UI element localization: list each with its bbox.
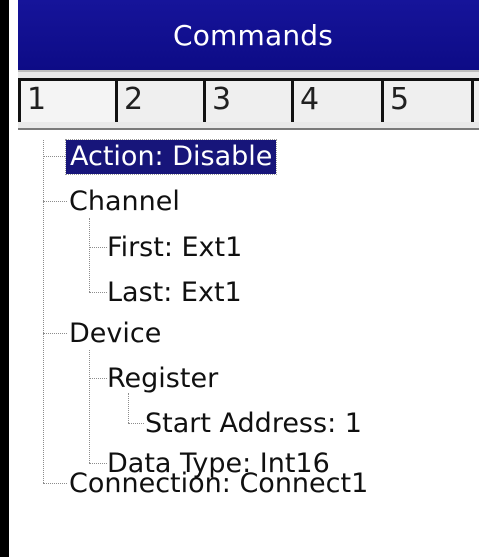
tab-5[interactable]: 5 [381,78,471,122]
tree-node-connection[interactable]: Connection: Connect1 [69,467,368,501]
tree-connector [89,247,107,248]
tree-node-start-address[interactable]: Start Address: 1 [145,407,362,441]
command-tree: Action: Disable Channel First: Ext1 Last… [18,130,479,557]
tree-connector [43,201,67,202]
tab-label: 4 [300,82,320,117]
tree-connector [43,333,67,334]
tree-node-channel[interactable]: Channel [69,185,180,219]
tab-1[interactable]: 1 [18,78,115,122]
tree-node-channel-first[interactable]: First: Ext1 [107,231,242,265]
tree-node-device[interactable]: Device [69,317,161,351]
tab-6[interactable]: 6 [471,78,479,122]
tab-3[interactable]: 3 [203,78,291,122]
tree-connector [128,423,144,424]
tab-label: 5 [390,82,410,117]
tab-4[interactable]: 4 [291,78,381,122]
tree-connector [43,483,67,484]
tree-connector [89,378,107,379]
tree-node-register[interactable]: Register [107,362,218,396]
tree-connector [43,156,67,157]
tree-connector [43,140,44,483]
tree-connector [89,218,90,292]
window-frame: Commands 1 2 3 4 5 6 [0,0,479,557]
tree-connector [89,463,107,464]
tree-node-channel-last[interactable]: Last: Ext1 [107,276,242,310]
tree-node-action[interactable]: Action: Disable [64,139,278,175]
tab-2[interactable]: 2 [115,78,203,122]
tree-connector [89,350,90,463]
tree-connector [89,292,107,293]
tab-label: 3 [212,82,232,117]
tab-label: 1 [27,82,47,117]
tree-connector [128,393,129,423]
tab-bar: 1 2 3 4 5 6 [18,70,479,130]
window-title: Commands [172,18,334,52]
tab-label: 2 [124,82,144,117]
title-bar: Commands [18,0,479,70]
